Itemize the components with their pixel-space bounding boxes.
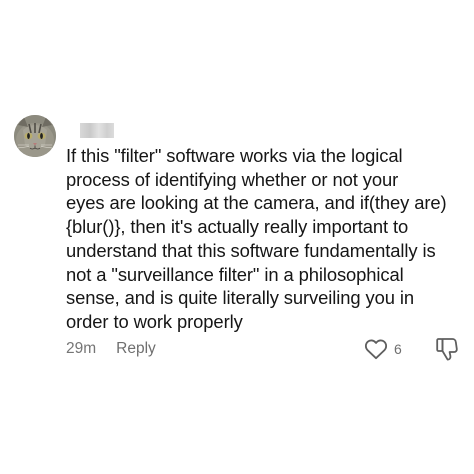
reply-button[interactable]: Reply	[116, 340, 156, 358]
comment-text-line: {blur()}, then it's actually really impo…	[66, 216, 409, 238]
comment-text-line: understand that this software fundamenta…	[66, 239, 436, 261]
comment-text-line: process of identifying whether or not yo…	[66, 168, 399, 190]
comment-text-line: not a "surveillance filter" in a philoso…	[66, 263, 404, 285]
comment-text-line: sense, and is quite literally surveiling…	[66, 287, 414, 309]
timestamp: 29m	[66, 340, 97, 357]
like-button[interactable]: 6	[364, 336, 402, 362]
comment-item: username If this "filter" software works…	[0, 0, 474, 474]
comment-text-line: eyes are looking at the camera, and if(t…	[66, 192, 447, 214]
comment-text-line: order to work properly	[66, 310, 243, 332]
comment-text: If this "filter" software works via the …	[66, 144, 466, 334]
comment-meta: 29m Reply	[66, 339, 156, 359]
heart-outline-icon[interactable]	[364, 338, 388, 360]
like-count: 6	[394, 341, 402, 357]
cat-avatar-icon[interactable]	[14, 115, 56, 157]
comment-text-line: If this "filter" software works via the …	[66, 145, 403, 166]
username[interactable]: username	[80, 123, 114, 138]
thumbs-down-icon[interactable]	[435, 336, 459, 362]
